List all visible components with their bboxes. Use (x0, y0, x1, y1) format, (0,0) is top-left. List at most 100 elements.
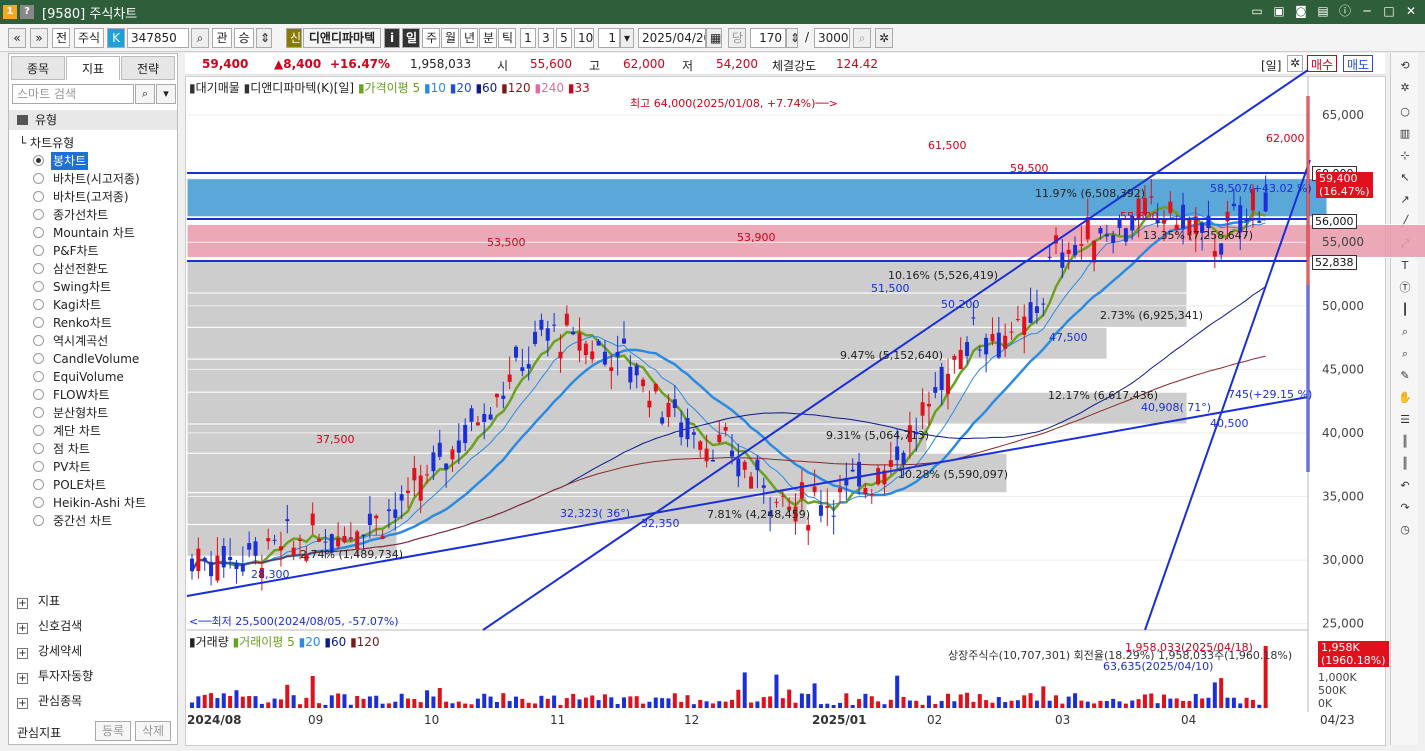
volume-bar (641, 703, 646, 708)
volume-bar (844, 693, 849, 708)
volume-bar (399, 693, 404, 708)
volume-bar (831, 704, 836, 708)
volume-bar (304, 697, 309, 708)
volume-bar (990, 702, 995, 708)
candle-body (501, 395, 506, 399)
candle-body (691, 432, 696, 435)
volume-bar (1003, 702, 1008, 708)
candle-body (799, 482, 804, 499)
candle-body (615, 351, 620, 357)
candle-body (990, 334, 995, 342)
candle-body (526, 364, 531, 369)
candle-body (228, 556, 233, 561)
volume-bar (425, 690, 430, 708)
volume-bar (698, 699, 703, 708)
candle-body (933, 387, 938, 393)
label-target: 58,507(+43.02 %) (1210, 182, 1312, 195)
candle-body (323, 541, 328, 543)
volume-bar (482, 693, 487, 708)
volume-bar (1073, 693, 1078, 708)
candle-body (488, 414, 493, 420)
volume-bar (615, 703, 620, 708)
candle-body (583, 343, 588, 356)
x-tick-label: 10 (424, 713, 439, 727)
label-target: 745(+29.15 %) (1228, 388, 1313, 401)
volume-bar (691, 704, 696, 708)
volume-bar (514, 696, 518, 708)
volume-bar (1142, 694, 1147, 708)
volume-bar (1066, 696, 1071, 708)
volume-bar (1034, 700, 1039, 708)
candle-body (1034, 306, 1039, 313)
legend-vol-ma60: 60 (330, 635, 347, 649)
volume-bar (1225, 697, 1230, 708)
volume-bar (761, 697, 766, 708)
x-tick-label: 12 (684, 713, 699, 727)
volume-bar (952, 701, 957, 708)
volume-bar (1060, 703, 1065, 708)
candle-body (202, 557, 207, 562)
annotation-low: <──최저 25,500(2024/08/05, -57.07%) (189, 615, 399, 628)
legend-vol-ma20: 20 (305, 635, 321, 649)
candle-body (1092, 240, 1097, 263)
label-peak: 53,900 (737, 231, 776, 244)
volume-bar (1047, 700, 1052, 708)
candle-body (698, 441, 703, 450)
volume-bar (793, 702, 798, 708)
candle-body (755, 459, 760, 471)
volume-bar (1104, 701, 1109, 708)
legend-vol-ma5: 거래이평 5 (239, 635, 295, 649)
candle-body (469, 408, 474, 422)
candle-body (367, 513, 372, 525)
volume-bar (742, 672, 747, 708)
candle-body (285, 519, 290, 522)
candle-body (310, 513, 315, 526)
volume-bar (628, 696, 633, 708)
volume-bar (1206, 697, 1211, 708)
y-tick-label: 65,000 (1322, 108, 1364, 122)
candle-body (1149, 196, 1154, 198)
volume-bar (1085, 701, 1090, 708)
candle-body (869, 494, 874, 496)
overhang-label: 9.31% (5,064,713) (826, 429, 930, 442)
volume-bar (406, 698, 410, 708)
candle-body (1111, 235, 1116, 243)
candle-body (336, 538, 341, 547)
volume-bar (596, 700, 601, 708)
candle-body (977, 349, 982, 351)
volume-bar (857, 699, 862, 708)
label-trough: 28,300 (251, 568, 290, 581)
x-tick-label: 2024/08 (187, 713, 241, 727)
volume-bar (1174, 698, 1179, 708)
candle-body (386, 509, 391, 512)
candle-body (666, 402, 671, 418)
volume-bar (380, 703, 385, 708)
volume-bar (780, 698, 785, 708)
volume-bar (1231, 697, 1236, 708)
candle-body (1015, 319, 1020, 321)
volume-bar (431, 696, 436, 708)
label-angle: 32,323( 36°) (560, 507, 631, 520)
candle-body (1066, 249, 1071, 254)
candle-body (418, 475, 423, 501)
volume-bar (545, 698, 550, 708)
candle-body (876, 468, 881, 485)
candle-body (463, 424, 468, 444)
volume-bar (901, 696, 906, 708)
legend-overhang: 대기매물 (195, 81, 240, 95)
candle-body (209, 561, 214, 577)
volume-last-label: 1,958K (1960.18%) (1318, 641, 1389, 667)
volume-bar (361, 698, 366, 708)
candle-body (1219, 243, 1224, 255)
candle-body (622, 338, 626, 344)
volume-bar (1187, 701, 1192, 708)
candle-body (952, 355, 957, 360)
y-tick-label: 45,000 (1322, 362, 1364, 376)
volume-bar (1015, 700, 1020, 708)
volume-bar (1168, 698, 1173, 708)
volume-bar (374, 695, 379, 708)
level-label: 52,838 (1312, 255, 1357, 270)
x-tick-label: 04/23 (1320, 713, 1355, 727)
volume-bar (520, 698, 525, 708)
volume-bar (1123, 703, 1128, 708)
